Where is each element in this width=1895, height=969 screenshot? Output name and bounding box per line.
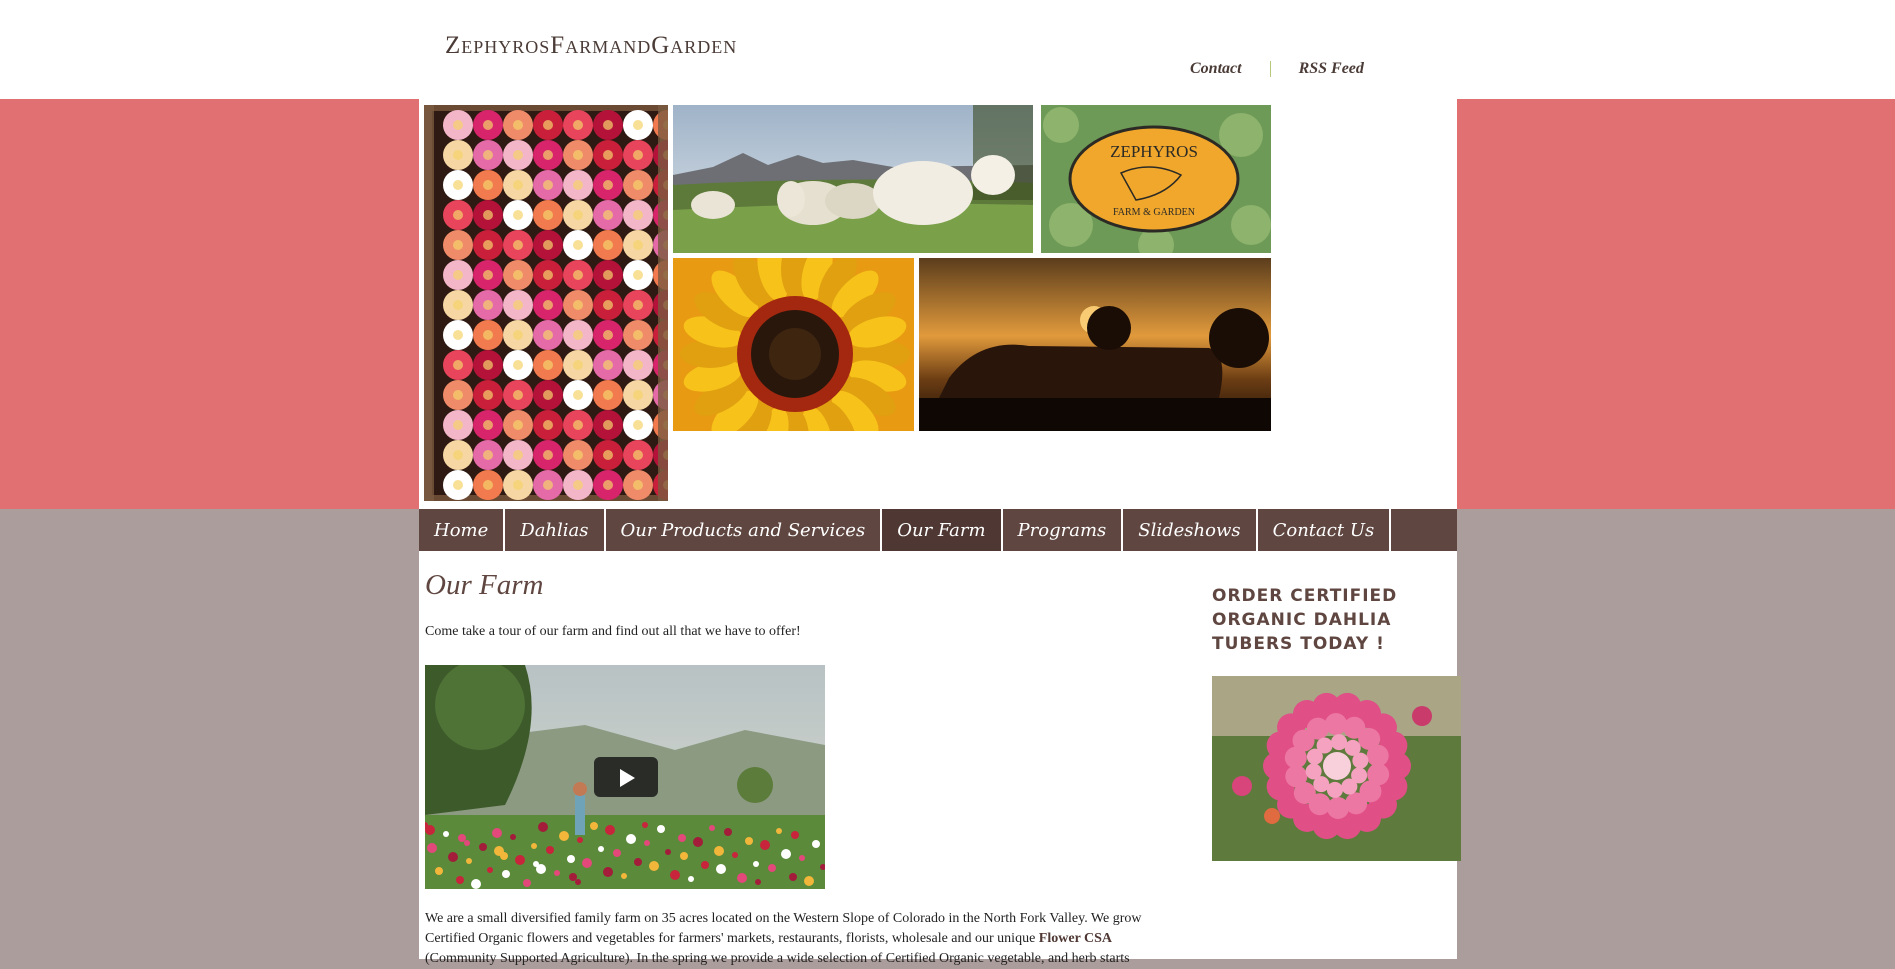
nav-products-services[interactable]: Our Products and Services (606, 509, 883, 551)
farm-description: We are a small diversified family farm o… (425, 909, 1185, 969)
intro-text: Come take a tour of our farm and find ou… (425, 624, 801, 639)
play-button[interactable] (594, 757, 658, 797)
play-icon (620, 769, 635, 787)
dahlia-crate-photo (424, 105, 668, 501)
page-title: Our Farm (425, 569, 544, 601)
flower-csa-link[interactable]: Flower CSA (1039, 931, 1112, 946)
farm-tour-video[interactable] (425, 665, 825, 889)
nav-our-farm[interactable]: Our Farm (882, 509, 1003, 551)
nav-contact-us[interactable]: Contact Us (1258, 509, 1392, 551)
site-title[interactable]: ZephyrosFarmandGarden (445, 32, 737, 60)
dahlia-promo-photo[interactable] (1212, 676, 1461, 861)
sunflower-photo (673, 258, 914, 431)
top-links: Contact RSS Feed (1190, 58, 1364, 80)
zephyros-logo-photo: ZEPHYROS FARM & GARDEN (1041, 105, 1271, 253)
rss-feed-link[interactable]: RSS Feed (1299, 60, 1364, 78)
page-container: ZEPHYROS FARM & GARDEN Home Dahlias Our … (419, 99, 1461, 966)
farm-description-part1: We are a small diversified family farm o… (425, 911, 1142, 946)
greenhouse-sunset-photo (919, 258, 1271, 431)
logo-tagline: FARM & GARDEN (1113, 207, 1195, 218)
nav-slideshows[interactable]: Slideshows (1123, 509, 1258, 551)
logo-name: ZEPHYROS (1110, 142, 1198, 161)
contact-link[interactable]: Contact (1190, 60, 1242, 78)
nav-dahlias[interactable]: Dahlias (505, 509, 606, 551)
nav-programs[interactable]: Programs (1003, 509, 1124, 551)
header-bar (0, 0, 1895, 99)
sheep-photo (673, 105, 1033, 253)
main-nav: Home Dahlias Our Products and Services O… (419, 509, 1457, 551)
banner-collage: ZEPHYROS FARM & GARDEN (424, 105, 1450, 501)
link-divider (1269, 61, 1271, 77)
dahlia-tubers-heading[interactable]: ORDER CERTIFIED ORGANIC DAHLIA TUBERS TO… (1212, 584, 1412, 656)
nav-home[interactable]: Home (419, 509, 506, 551)
